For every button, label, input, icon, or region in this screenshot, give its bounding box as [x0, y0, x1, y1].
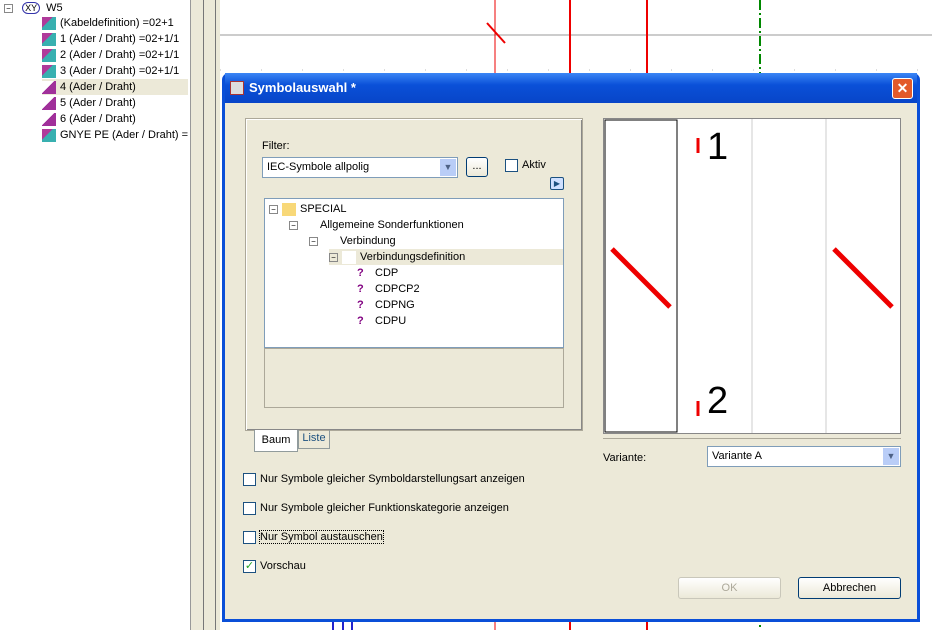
tree-item[interactable]: 2 (Ader / Draht) =02+1/1 [42, 47, 179, 63]
connection-icon [322, 234, 336, 248]
symbol-tree-item[interactable]: ? CDPCP2 [357, 281, 420, 297]
tree-item[interactable]: GNYE PE (Ader / Draht) = [42, 127, 188, 143]
app-icon [230, 81, 244, 95]
tree-item[interactable]: (Kabeldefinition) =02+1 [42, 15, 174, 31]
definition-icon [342, 250, 356, 264]
symbol-tree-item[interactable]: − Verbindungsdefinition [329, 249, 563, 265]
collapse-icon[interactable]: − [269, 204, 278, 214]
folder-icon [282, 202, 296, 216]
symbol-icon: ? [357, 282, 364, 295]
tree-panel: Filter: IEC-Symbole allpolig ▼ ... Aktiv … [245, 118, 583, 431]
chevron-down-icon: ▼ [883, 448, 899, 465]
ok-button[interactable]: OK [678, 577, 781, 599]
aktiv-label: Aktiv [522, 159, 546, 171]
collapse-icon[interactable]: − [289, 220, 298, 230]
tree-item[interactable]: 5 (Ader / Draht) [42, 95, 136, 111]
close-button[interactable]: ✕ [892, 78, 913, 99]
wire-icon [42, 80, 56, 94]
option-checkbox[interactable] [243, 531, 256, 544]
option-checkbox[interactable] [243, 502, 256, 515]
collapse-icon[interactable]: − [4, 3, 13, 13]
symbol-tree-item[interactable]: − SPECIAL [269, 201, 346, 217]
collapse-icon[interactable]: − [309, 236, 318, 246]
variante-label: Variante: [603, 452, 647, 464]
description-box [264, 348, 564, 408]
symbol-icon: ? [357, 266, 364, 279]
tree-item[interactable]: 6 (Ader / Draht) [42, 111, 136, 127]
pin-label-1: 1 [707, 126, 729, 168]
function-group-icon [302, 218, 316, 232]
symbol-icon: ? [357, 298, 364, 311]
option-label: Nur Symbol austauschen [259, 530, 384, 544]
chevron-down-icon: ▼ [440, 159, 456, 176]
wire-icon [42, 48, 56, 62]
wire-icon [42, 96, 56, 110]
filter-edit-button[interactable]: ... [466, 157, 488, 177]
wire-icon [42, 112, 56, 126]
expand-arrow-icon[interactable]: ▶ [550, 177, 564, 190]
aktiv-checkbox[interactable] [505, 159, 518, 172]
symbol-selection-dialog: Symbolauswahl * ✕ Filter: IEC-Symbole al… [222, 73, 920, 622]
wire-icon [42, 128, 56, 142]
cancel-button[interactable]: Abbrechen [798, 577, 901, 599]
option-label: Vorschau [260, 560, 306, 572]
tab-liste[interactable]: Liste [298, 430, 330, 449]
splitter[interactable] [190, 0, 220, 630]
tree-item[interactable]: 1 (Ader / Draht) =02+1/1 [42, 31, 179, 47]
symbol-tree-item[interactable]: ? CDPNG [357, 297, 415, 313]
collapse-icon[interactable]: − [329, 252, 338, 262]
variante-select[interactable]: Variante A ▼ [707, 446, 901, 467]
symbol-tree-item[interactable]: ? CDPU [357, 313, 406, 329]
xy-badge-icon: XY [22, 2, 41, 14]
symbol-icon: ? [357, 314, 364, 327]
wire-icon [42, 64, 56, 78]
project-tree: − XY W5 (Kabeldefinition) =02+1 1 (Ader /… [0, 0, 190, 630]
option-label: Nur Symbole gleicher Funktionskategorie … [260, 502, 509, 514]
cable-icon [42, 16, 56, 30]
option-checkbox[interactable]: ✓ [243, 560, 256, 573]
symbol-preview: 1 2 [603, 118, 901, 434]
tree-item[interactable]: 3 (Ader / Draht) =02+1/1 [42, 63, 179, 79]
symbol-tree-item[interactable]: − Verbindung [309, 233, 396, 249]
tab-baum[interactable]: Baum [254, 430, 298, 452]
filter-select[interactable]: IEC-Symbole allpolig ▼ [262, 157, 458, 178]
symbol-tree-item[interactable]: ? CDP [357, 265, 398, 281]
pin-label-2: 2 [707, 380, 729, 422]
tree-item[interactable]: 4 (Ader / Draht) [42, 79, 188, 95]
dialog-titlebar[interactable]: Symbolauswahl * ✕ [225, 73, 917, 103]
symbol-tree-item[interactable]: − Allgemeine Sonderfunktionen [289, 217, 464, 233]
option-checkbox[interactable] [243, 473, 256, 486]
filter-label: Filter: [262, 140, 290, 152]
symbol-tree: − SPECIAL − Allgemeine Sonderfunktionen − Ver… [264, 198, 564, 348]
tree-root[interactable]: − XY W5 [4, 0, 63, 16]
option-label: Nur Symbole gleicher Symboldarstellungsa… [260, 473, 525, 485]
wire-icon [42, 32, 56, 46]
